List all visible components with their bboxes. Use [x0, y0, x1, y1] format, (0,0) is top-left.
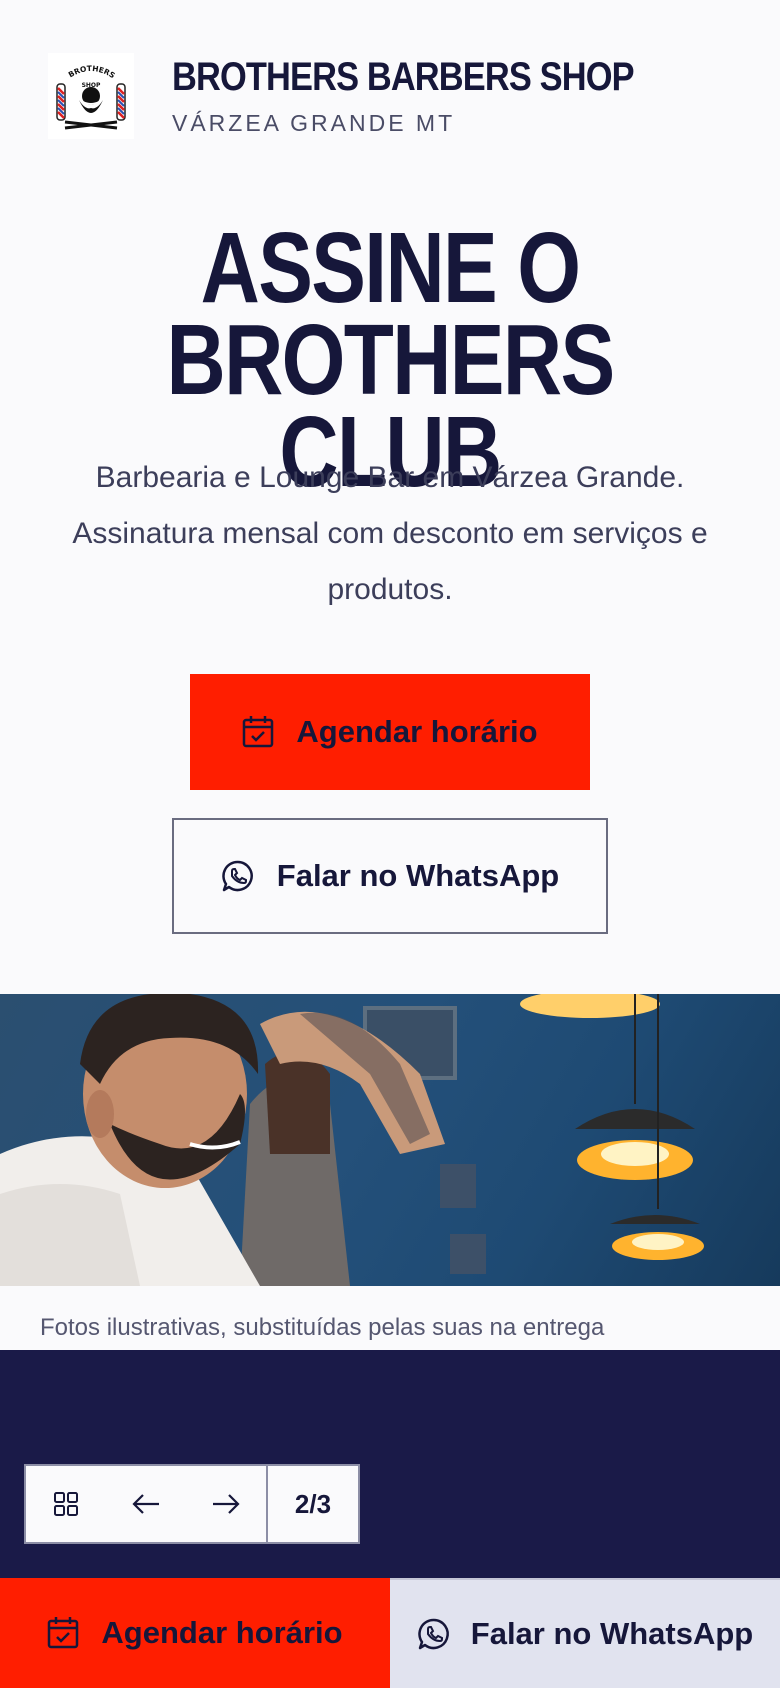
calendar-check-icon: [243, 716, 274, 748]
grid-icon: [54, 1492, 78, 1516]
whatsapp-button[interactable]: Falar no WhatsApp: [172, 818, 608, 934]
barber-logo-icon: BROTHERS BARBER SHOP: [51, 56, 126, 130]
whatsapp-button-label: Falar no WhatsApp: [276, 858, 560, 893]
sticky-whatsapp-button[interactable]: Falar no WhatsApp: [390, 1578, 780, 1688]
schedule-button-label: Agendar horário: [296, 714, 538, 749]
slide-counter: 2/3: [266, 1466, 358, 1542]
svg-text:BROTHERS BARBER: BROTHERS BARBER: [51, 56, 119, 82]
sticky-action-bar: Agendar horário Falar no WhatsApp: [0, 1578, 780, 1688]
whatsapp-icon: [222, 860, 253, 892]
arrow-right-icon: [213, 1494, 240, 1514]
hero-title-line-1: ASSINE O: [200, 212, 581, 324]
sticky-schedule-label: Agendar horário: [101, 1615, 343, 1650]
hero-subtitle: Barbearia e Lounge Bar em Várzea Grande.…: [72, 461, 708, 606]
brand-block: BROTHERS BARBERS SHOP VÁRZEA GRANDE MT: [172, 55, 709, 137]
site-header: BROTHERS BARBER SHOP BROTHERS BARBERS SH…: [48, 52, 709, 140]
photo-caption: Fotos ilustrativas, substituídas pelas s…: [40, 1314, 605, 1341]
next-slide-button[interactable]: [186, 1466, 266, 1542]
sticky-whatsapp-label: Falar no WhatsApp: [470, 1616, 754, 1651]
schedule-button[interactable]: Agendar horário: [190, 674, 590, 790]
sticky-schedule-button[interactable]: Agendar horário: [0, 1578, 390, 1688]
brand-location: VÁRZEA GRANDE MT: [172, 110, 456, 136]
whatsapp-icon: [418, 1618, 449, 1650]
arrow-left-icon: [132, 1494, 159, 1514]
grid-view-button[interactable]: [26, 1466, 106, 1542]
svg-text:SHOP: SHOP: [82, 82, 101, 89]
calendar-check-icon: [48, 1617, 79, 1649]
gallery-photo: [0, 994, 780, 1286]
slide-pager: 2/3: [24, 1464, 360, 1544]
barber-photo-illustration: [0, 994, 704, 1286]
brand-logo[interactable]: BROTHERS BARBER SHOP: [48, 53, 134, 139]
brand-name: BROTHERS BARBERS SHOP: [172, 55, 635, 99]
previous-slide-button[interactable]: [106, 1466, 186, 1542]
